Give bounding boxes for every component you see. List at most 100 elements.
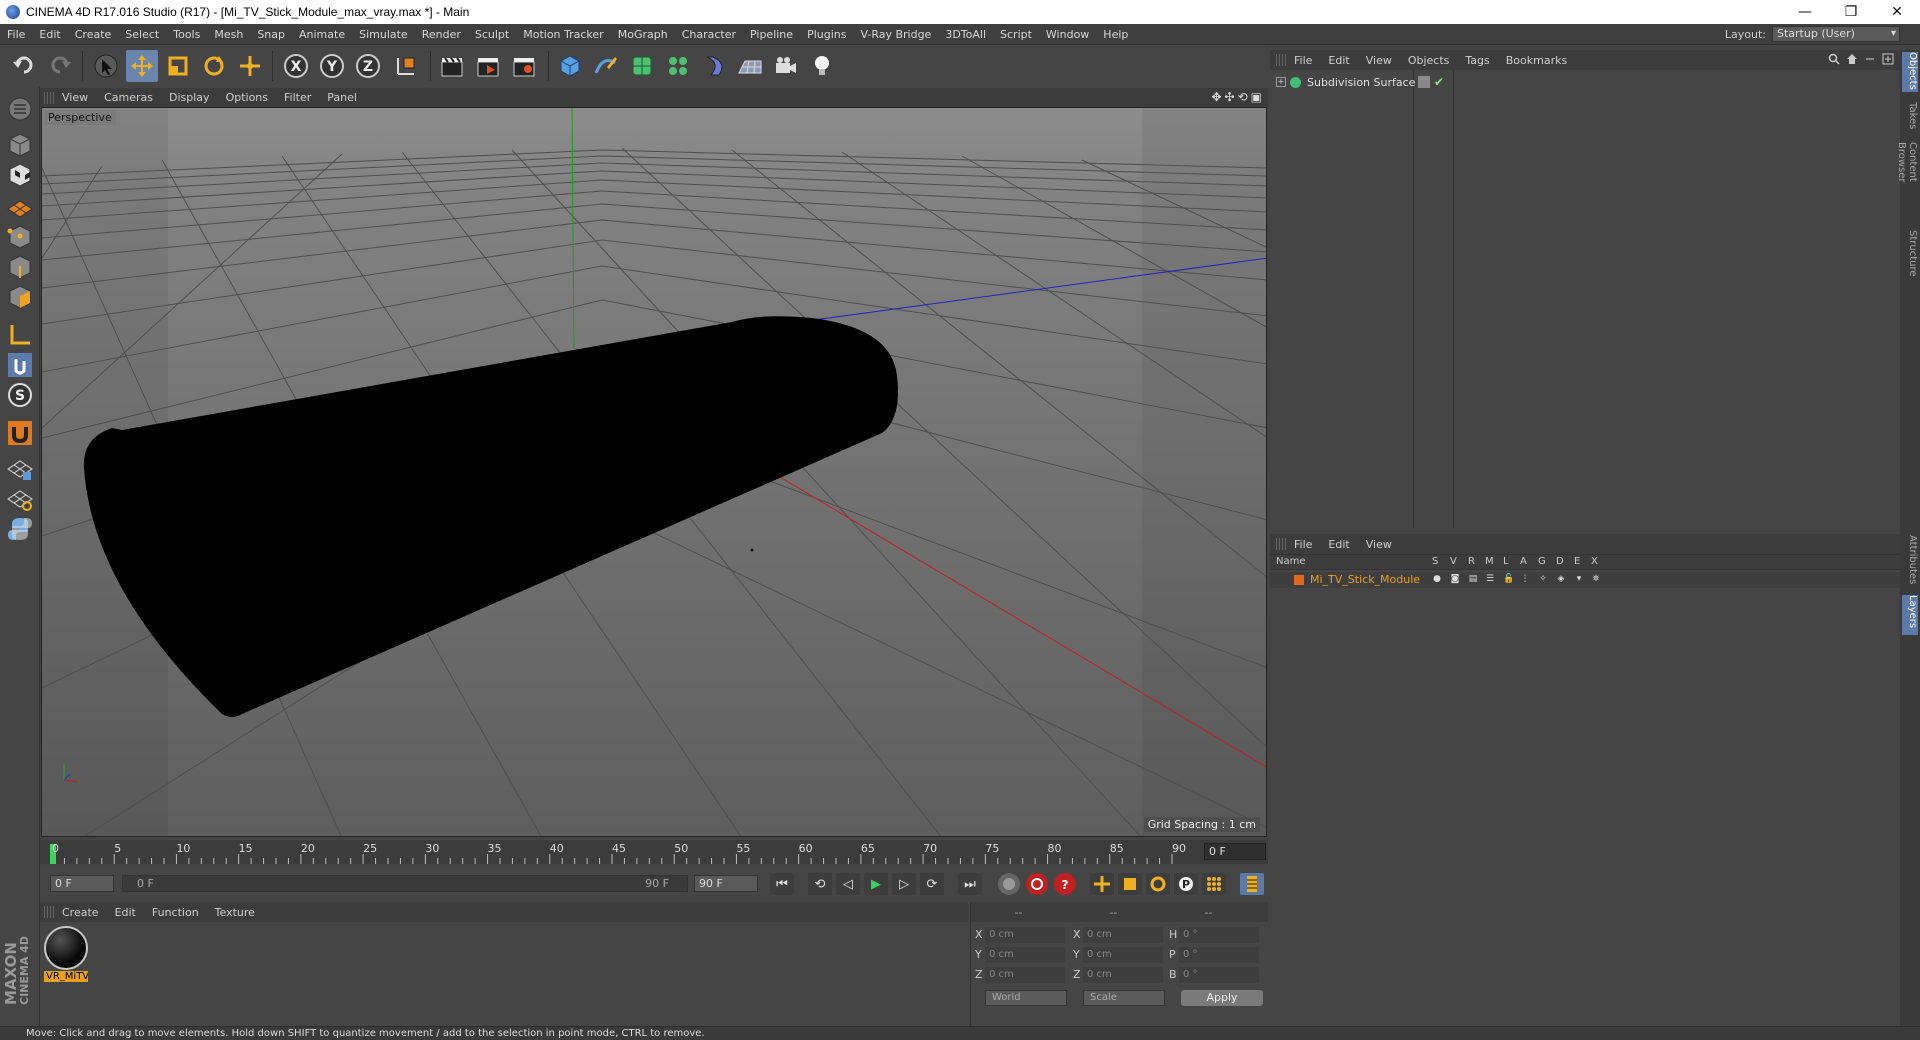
keyframe-selection-button[interactable] (998, 873, 1020, 895)
objects-menu-bookmarks[interactable]: Bookmarks (1498, 54, 1575, 67)
z-axis-lock[interactable]: Z (352, 50, 384, 82)
menu-script[interactable]: Script (993, 28, 1039, 41)
menu-edit[interactable]: Edit (32, 28, 67, 41)
pan-view-icon[interactable]: ✥ (1211, 90, 1221, 104)
enabled-check-icon[interactable]: ✔ (1434, 75, 1444, 89)
redo-button[interactable] (44, 50, 76, 82)
autokey-button[interactable]: ? (1054, 873, 1076, 895)
object-row[interactable]: + Subdivision Surface ✔ (1270, 74, 1900, 90)
rot-h-field[interactable]: 0 ° (1179, 927, 1259, 943)
objects-menu-edit[interactable]: Edit (1320, 54, 1357, 67)
menu-motion-tracker[interactable]: Motion Tracker (516, 28, 610, 41)
points-mode-button[interactable] (4, 221, 36, 253)
col-xref[interactable]: X (1591, 556, 1598, 567)
pos-y-field[interactable]: 0 cm (985, 947, 1065, 963)
apply-button[interactable]: Apply (1181, 990, 1263, 1006)
tab-layers[interactable]: Layers (1902, 595, 1918, 635)
tab-attributes[interactable]: Attributes (1902, 535, 1918, 590)
menu-file[interactable]: File (0, 28, 32, 41)
tab-takes[interactable]: Takes (1902, 102, 1918, 132)
dolly-view-icon[interactable]: ✣ (1225, 90, 1235, 104)
pos-z-field[interactable]: 0 cm (985, 967, 1065, 983)
workplane-mode-button[interactable] (4, 189, 36, 221)
rot-b-field[interactable]: 0 ° (1179, 967, 1259, 983)
3d-viewport[interactable]: Perspective Grid Spacing : 1 cm (41, 107, 1267, 837)
menu-create[interactable]: Create (68, 28, 119, 41)
edges-mode-button[interactable] (4, 251, 36, 283)
render-settings-button[interactable] (508, 50, 540, 82)
pen-spline-button[interactable] (590, 50, 622, 82)
tab-structure[interactable]: Structure (1902, 230, 1918, 280)
panel-grip[interactable] (1276, 538, 1286, 550)
xref-icon[interactable]: ⛯ (1591, 574, 1601, 585)
viewport-menu-view[interactable]: View (54, 91, 96, 104)
solo-icon[interactable]: ● (1432, 574, 1442, 585)
menu-plugins[interactable]: Plugins (800, 28, 853, 41)
key-rotation-button[interactable] (1146, 873, 1170, 895)
viewport-menu-display[interactable]: Display (161, 91, 218, 104)
layers-menu-view[interactable]: View (1358, 538, 1400, 551)
render-view-button[interactable] (436, 50, 468, 82)
camera-button[interactable] (770, 50, 802, 82)
material-menu-texture[interactable]: Texture (207, 906, 263, 919)
layers-menu-edit[interactable]: Edit (1320, 538, 1357, 551)
coordinate-system-button[interactable] (390, 50, 422, 82)
rot-p-field[interactable]: 0 ° (1179, 947, 1259, 963)
scale-mode-dropdown[interactable]: Scale (1083, 990, 1165, 1006)
size-x-field[interactable]: 0 cm (1083, 927, 1163, 943)
axis-mode-button[interactable] (4, 319, 36, 351)
material-menu-edit[interactable]: Edit (107, 906, 144, 919)
next-frame-button[interactable]: ▷ (892, 873, 916, 895)
key-pla-button[interactable] (1202, 873, 1226, 895)
key-position-button[interactable] (1090, 873, 1114, 895)
snap-button[interactable]: S (4, 379, 36, 411)
col-locked[interactable]: L (1503, 556, 1509, 567)
col-generators[interactable]: G (1538, 556, 1546, 567)
current-frame-field[interactable]: 0 F (1204, 843, 1266, 860)
layer-tag-icon[interactable] (1418, 76, 1430, 88)
layer-name[interactable]: Mi_TV_Stick_Module (1310, 573, 1420, 586)
tab-content-browser[interactable]: Content Browser (1896, 142, 1918, 222)
menu-vray-bridge[interactable]: V-Ray Bridge (853, 28, 938, 41)
rotate-view-icon[interactable]: ⟲ (1238, 90, 1248, 104)
workplane-rotate-button[interactable] (4, 483, 36, 515)
panel-grip[interactable] (1276, 54, 1286, 66)
cloner-button[interactable] (662, 50, 694, 82)
col-expressions[interactable]: E (1574, 556, 1580, 567)
search-icon[interactable] (1828, 53, 1840, 65)
move-tool[interactable] (126, 50, 158, 82)
objects-menu-view[interactable]: View (1358, 54, 1400, 67)
render-icon[interactable]: ▤ (1468, 574, 1478, 585)
timeline[interactable]: 0 5 10 15 20 25 30 35 40 45 50 55 60 65 … (40, 840, 1268, 864)
camera-label[interactable]: Perspective (44, 110, 116, 125)
model-mode-button[interactable] (4, 129, 36, 161)
menu-mesh[interactable]: Mesh (207, 28, 250, 41)
undo-button[interactable] (8, 50, 40, 82)
workplane-lock-button[interactable] (4, 453, 36, 485)
size-z-field[interactable]: 0 cm (1083, 967, 1163, 983)
make-editable-button[interactable] (4, 93, 36, 125)
menu-window[interactable]: Window (1039, 28, 1096, 41)
viewport-menu-filter[interactable]: Filter (276, 91, 319, 104)
col-view[interactable]: V (1450, 556, 1457, 567)
key-scale-button[interactable] (1118, 873, 1142, 895)
material-menu-function[interactable]: Function (144, 906, 207, 919)
menu-pipeline[interactable]: Pipeline (743, 28, 800, 41)
lock-icon[interactable]: 🔓 (1503, 574, 1514, 585)
start-frame-field[interactable]: 0 F (50, 875, 114, 892)
col-name[interactable]: Name (1276, 556, 1306, 567)
close-button[interactable]: ✕ (1874, 0, 1920, 24)
transform-tool[interactable] (234, 50, 266, 82)
viewport-menu-options[interactable]: Options (218, 91, 276, 104)
col-deformers[interactable]: D (1556, 556, 1564, 567)
next-key-button[interactable]: ⟳ (920, 873, 944, 895)
layout-dropdown[interactable]: Startup (User) (1772, 26, 1900, 42)
live-selection-tool[interactable] (90, 50, 122, 82)
play-button[interactable]: ▶ (864, 873, 888, 895)
end-frame-field[interactable]: 90 F (694, 875, 758, 892)
deformer-icon[interactable]: ◈ (1556, 574, 1566, 585)
texture-mode-button[interactable] (4, 159, 36, 191)
layer-color-swatch[interactable] (1294, 575, 1304, 585)
tab-objects[interactable]: Objects (1902, 52, 1918, 92)
key-parameter-button[interactable]: P (1174, 873, 1198, 895)
